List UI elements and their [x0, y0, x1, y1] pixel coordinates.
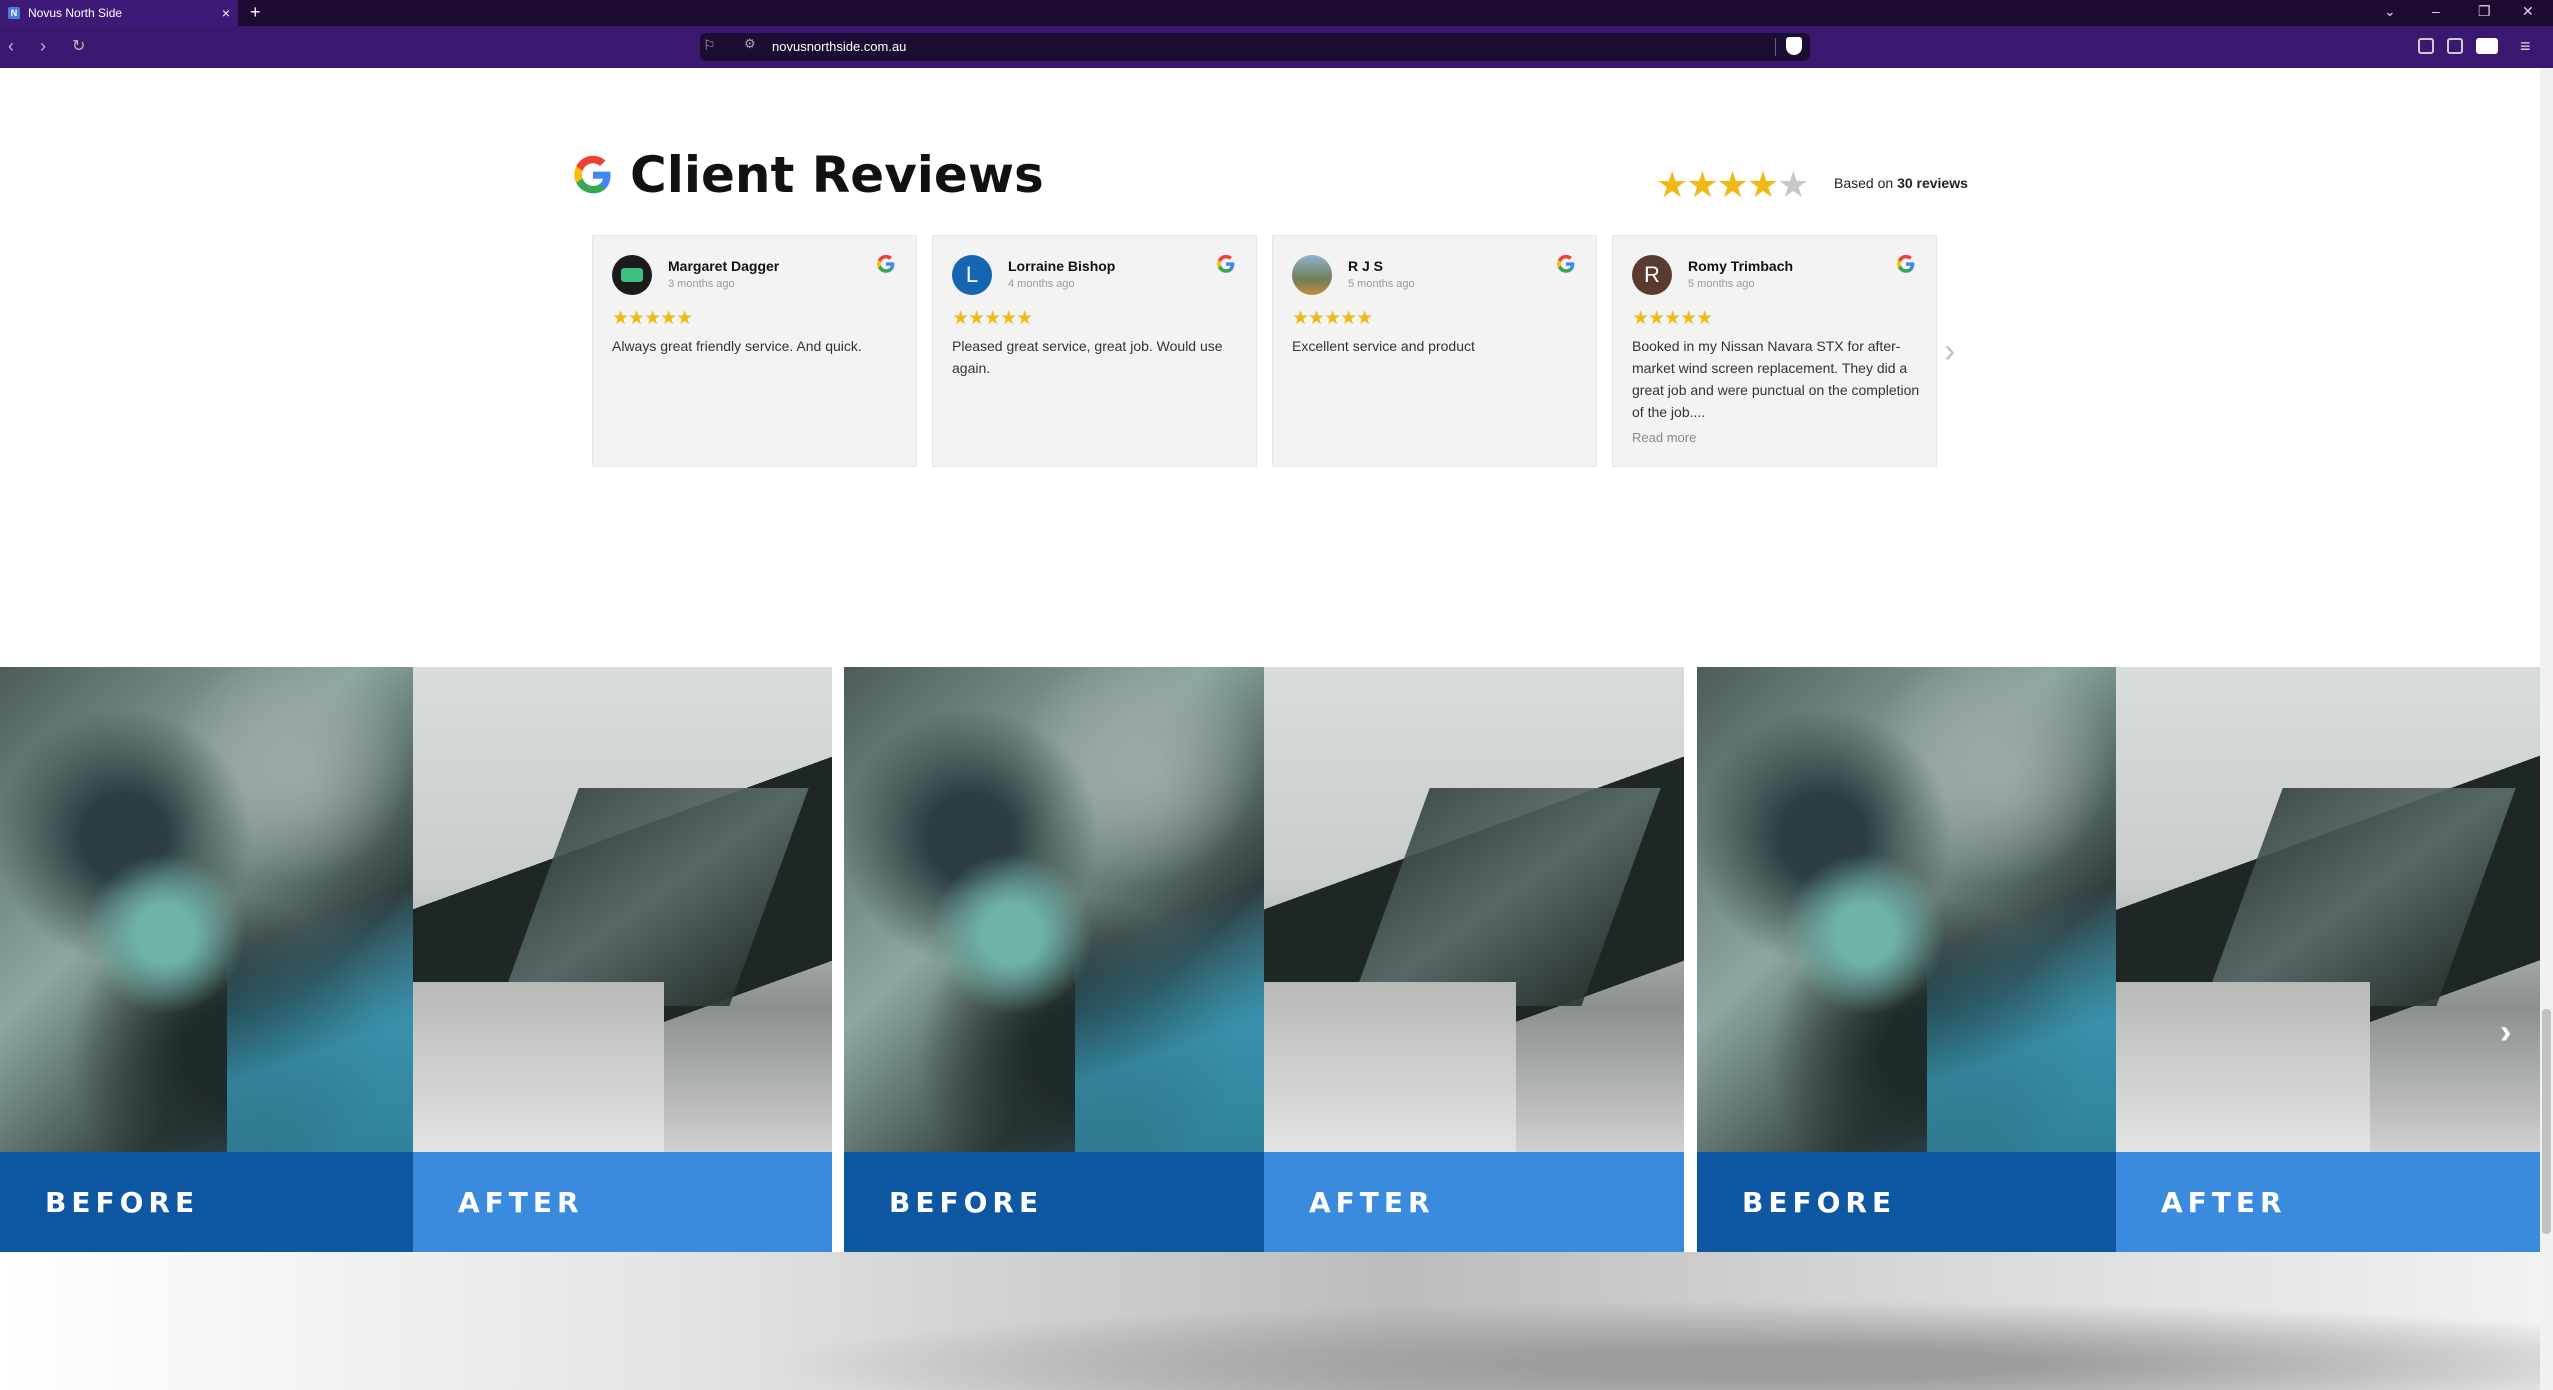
broken-windscreen-image: [0, 667, 413, 1152]
based-on-text: Based on 30 reviews: [1834, 175, 1968, 191]
after-panel: AFTER: [2116, 667, 2540, 1252]
review-stars: ★★★★★: [1632, 308, 1713, 329]
google-icon: [1217, 254, 1235, 273]
before-panel: BEFORE: [0, 667, 413, 1252]
reviewer-name: R J S: [1348, 258, 1384, 274]
reviewer-name: Lorraine Bishop: [1008, 258, 1116, 274]
broken-windscreen-image: [1697, 667, 2116, 1152]
extensions-icon[interactable]: [2418, 38, 2434, 54]
review-time: 3 months ago: [668, 278, 735, 290]
reviewer-name: Romy Trimbach: [1688, 258, 1794, 274]
review-text: Always great friendly service. And quick…: [612, 338, 862, 354]
review-text: Excellent service and product: [1292, 338, 1475, 354]
based-on-prefix: Based on: [1834, 175, 1898, 191]
reviewer-name: Margaret Dagger: [668, 258, 780, 274]
before-panel: BEFORE: [1697, 667, 2116, 1252]
carousel-next-icon[interactable]: ›: [2500, 1013, 2511, 1052]
bookmark-icon[interactable]: ⚐: [703, 37, 716, 54]
before-after-slide: BEFORE AFTER: [0, 667, 832, 1252]
before-after-slide: BEFORE AFTER: [1697, 667, 2540, 1252]
repaired-windscreen-image: [1264, 667, 1684, 1152]
review-text: Pleased great service, great job. Would …: [952, 338, 1223, 376]
wallet-icon[interactable]: [2476, 38, 2498, 54]
tab-title: Novus North Side: [28, 6, 123, 20]
reviews-next-icon[interactable]: ›: [1944, 332, 1955, 371]
broken-windscreen-image: [844, 667, 1264, 1152]
after-label: AFTER: [2116, 1152, 2540, 1252]
review-time: 5 months ago: [1688, 278, 1755, 290]
repaired-windscreen-image: [2116, 667, 2540, 1152]
review-card: Margaret Dagger 3 months ago ★★★★★ Alway…: [592, 235, 917, 467]
review-text: Booked in my Nissan Navara STX for after…: [1632, 338, 1920, 420]
before-after-slide: BEFORE AFTER: [844, 667, 1684, 1252]
page-content: Client Reviews ★★★★★ Based on 30 reviews…: [0, 68, 2553, 1390]
background-image: [0, 1252, 2540, 1390]
before-after-carousel: BEFORE AFTER BEFORE AFTER BEFORE AFTER ›: [0, 667, 2540, 1252]
avatar: L: [952, 255, 992, 295]
tab-active[interactable]: N Novus North Side ×: [0, 0, 238, 26]
overall-rating-stars: ★★★★★: [1656, 164, 1809, 205]
repaired-windscreen-image: [413, 667, 832, 1152]
avatar: [1292, 255, 1332, 295]
window-close-icon[interactable]: ✕: [2522, 3, 2534, 20]
close-tab-icon[interactable]: ×: [222, 5, 230, 21]
google-icon: [877, 254, 895, 273]
after-label: AFTER: [413, 1152, 832, 1252]
forward-icon[interactable]: ›: [40, 36, 46, 57]
review-card: L Lorraine Bishop 4 months ago ★★★★★ Ple…: [932, 235, 1257, 467]
read-more-link[interactable]: Read more: [1632, 430, 1696, 445]
review-card: R J S 5 months ago ★★★★★ Excellent servi…: [1272, 235, 1597, 467]
url-text[interactable]: novusnorthside.com.au: [772, 39, 906, 54]
after-panel: AFTER: [413, 667, 832, 1252]
google-icon: [1897, 254, 1915, 273]
restore-icon[interactable]: ❐: [2478, 3, 2491, 20]
menu-icon[interactable]: ≡: [2520, 36, 2531, 57]
review-stars: ★★★★★: [612, 308, 693, 329]
before-panel: BEFORE: [844, 667, 1264, 1252]
review-time: 4 months ago: [1008, 278, 1075, 290]
review-card: R Romy Trimbach 5 months ago ★★★★★ Booke…: [1612, 235, 1937, 467]
after-panel: AFTER: [1264, 667, 1684, 1252]
url-divider: [1775, 38, 1776, 56]
back-icon[interactable]: ‹: [8, 36, 14, 57]
review-stars: ★★★★★: [952, 308, 1033, 329]
reviews-heading: Client Reviews: [630, 146, 1044, 204]
site-info-icon[interactable]: ⚙: [744, 36, 756, 52]
avatar: [612, 255, 652, 295]
tab-bar: N Novus North Side × + ⌄ – ❐ ✕: [0, 0, 2553, 26]
before-label: BEFORE: [844, 1152, 1264, 1252]
scrollbar-thumb[interactable]: [2542, 1009, 2551, 1234]
tab-list-icon[interactable]: ⌄: [2384, 3, 2396, 20]
brave-shield-icon[interactable]: [1786, 37, 1802, 55]
before-label: BEFORE: [1697, 1152, 2116, 1252]
after-label: AFTER: [1264, 1152, 1684, 1252]
sidebar-icon[interactable]: [2447, 38, 2463, 54]
nav-bar: ‹ › ↻ ⚐ ⚙ novusnorthside.com.au ≡: [0, 26, 2553, 68]
google-logo-icon: [574, 155, 611, 194]
review-time: 5 months ago: [1348, 278, 1415, 290]
google-icon: [1557, 254, 1575, 273]
review-stars: ★★★★★: [1292, 308, 1373, 329]
review-count: 30 reviews: [1897, 175, 1968, 191]
site-favicon-icon: N: [8, 7, 20, 19]
avatar: R: [1632, 255, 1672, 295]
reload-icon[interactable]: ↻: [72, 36, 85, 56]
minimize-icon[interactable]: –: [2432, 3, 2440, 19]
address-bar[interactable]: ⚐ ⚙ novusnorthside.com.au: [700, 33, 1810, 61]
before-label: BEFORE: [0, 1152, 413, 1252]
new-tab-icon[interactable]: +: [250, 2, 261, 23]
